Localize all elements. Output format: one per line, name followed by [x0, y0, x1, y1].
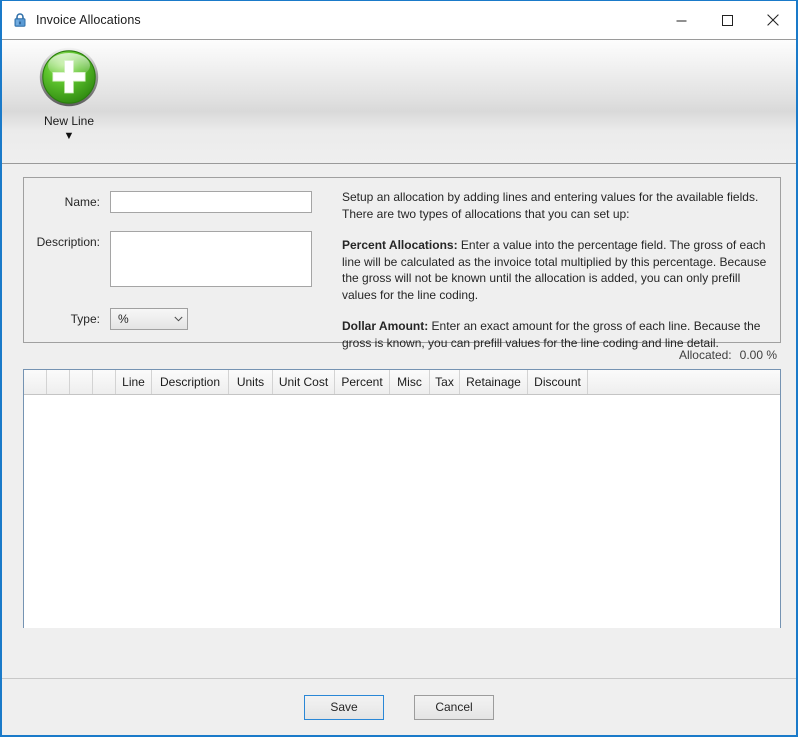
- type-select[interactable]: %: [110, 308, 188, 330]
- description-label: Description:: [36, 235, 100, 249]
- allocation-lines-grid[interactable]: Line Description Units Unit Cost Percent Misc…: [23, 369, 781, 628]
- instructions: Setup an allocation by adding lines and …: [342, 189, 772, 351]
- description-field-row: Description:: [24, 231, 312, 287]
- invoice-allocations-window: Invoice Allocations New Line ▼ Name: Des…: [0, 0, 798, 737]
- dialog-footer: Save Cancel: [2, 678, 796, 735]
- maximize-button[interactable]: [704, 1, 750, 39]
- chevron-down-icon: [174, 316, 183, 322]
- grid-header-cell-misc[interactable]: Misc: [390, 370, 430, 394]
- grid-body[interactable]: [24, 395, 780, 628]
- percent-title: Percent Allocations:: [342, 238, 458, 252]
- name-label: Name:: [64, 195, 100, 209]
- main-content: Name: Description: Type: % Setup an allo…: [2, 164, 796, 678]
- minimize-button[interactable]: [658, 1, 704, 39]
- toolbar: New Line ▼: [2, 39, 796, 164]
- dollar-title: Dollar Amount:: [342, 319, 429, 333]
- name-input[interactable]: [110, 191, 312, 213]
- allocated-status: Allocated: 0.00 %: [679, 348, 777, 362]
- allocated-label: Allocated:: [678, 348, 732, 362]
- grid-header-cell-unit-cost[interactable]: Unit Cost: [273, 370, 335, 394]
- window-controls: [658, 1, 796, 39]
- type-field-row: Type: %: [24, 308, 188, 330]
- grid-header-cell-line[interactable]: Line: [116, 370, 152, 394]
- grid-header-cell-retainage[interactable]: Retainage: [460, 370, 528, 394]
- grid-header-cell-discount[interactable]: Discount: [528, 370, 588, 394]
- allocated-value: 0.00 %: [739, 348, 777, 362]
- grid-header-cell-percent[interactable]: Percent: [335, 370, 390, 394]
- grid-header-cell-description[interactable]: Description: [152, 370, 229, 394]
- lock-icon: [14, 13, 26, 27]
- new-line-button[interactable]: New Line ▼: [24, 46, 114, 142]
- grid-header-cell-units[interactable]: Units: [229, 370, 273, 394]
- green-plus-icon: [39, 47, 99, 107]
- window-title: Invoice Allocations: [36, 13, 141, 27]
- close-icon: [767, 14, 779, 26]
- grid-header-cell-blank-4[interactable]: [93, 370, 116, 394]
- grid-header-cell-blank-3[interactable]: [70, 370, 93, 394]
- grid-header-cell-blank-1[interactable]: [24, 370, 47, 394]
- instructions-dollar: Dollar Amount: Enter an exact amount for…: [342, 318, 772, 351]
- instructions-intro: Setup an allocation by adding lines and …: [342, 190, 759, 221]
- grid-header-cell-tax[interactable]: Tax: [430, 370, 460, 394]
- chevron-down-icon[interactable]: ▼: [64, 131, 75, 142]
- cancel-button[interactable]: Cancel: [414, 694, 494, 720]
- type-label: Type:: [70, 312, 100, 326]
- grid-header-filler: [588, 370, 780, 394]
- close-button[interactable]: [750, 1, 796, 39]
- grid-header-cell-blank-2[interactable]: [47, 370, 70, 394]
- form-fields: Name: Description: Type: %: [24, 178, 336, 342]
- maximize-icon: [721, 14, 733, 26]
- minimize-icon: [676, 20, 686, 21]
- new-line-label: New Line: [43, 114, 95, 128]
- instructions-percent: Percent Allocations: Enter a value into …: [342, 237, 772, 303]
- name-field-row: Name:: [24, 191, 312, 213]
- save-button[interactable]: Save: [304, 694, 384, 720]
- type-select-value: %: [118, 312, 129, 326]
- grid-header-row: Line Description Units Unit Cost Percent Misc…: [24, 370, 780, 395]
- allocation-form-panel: Name: Description: Type: % Setup an allo…: [23, 177, 781, 350]
- title-bar: Invoice Allocations: [2, 1, 796, 39]
- description-input[interactable]: [110, 231, 312, 287]
